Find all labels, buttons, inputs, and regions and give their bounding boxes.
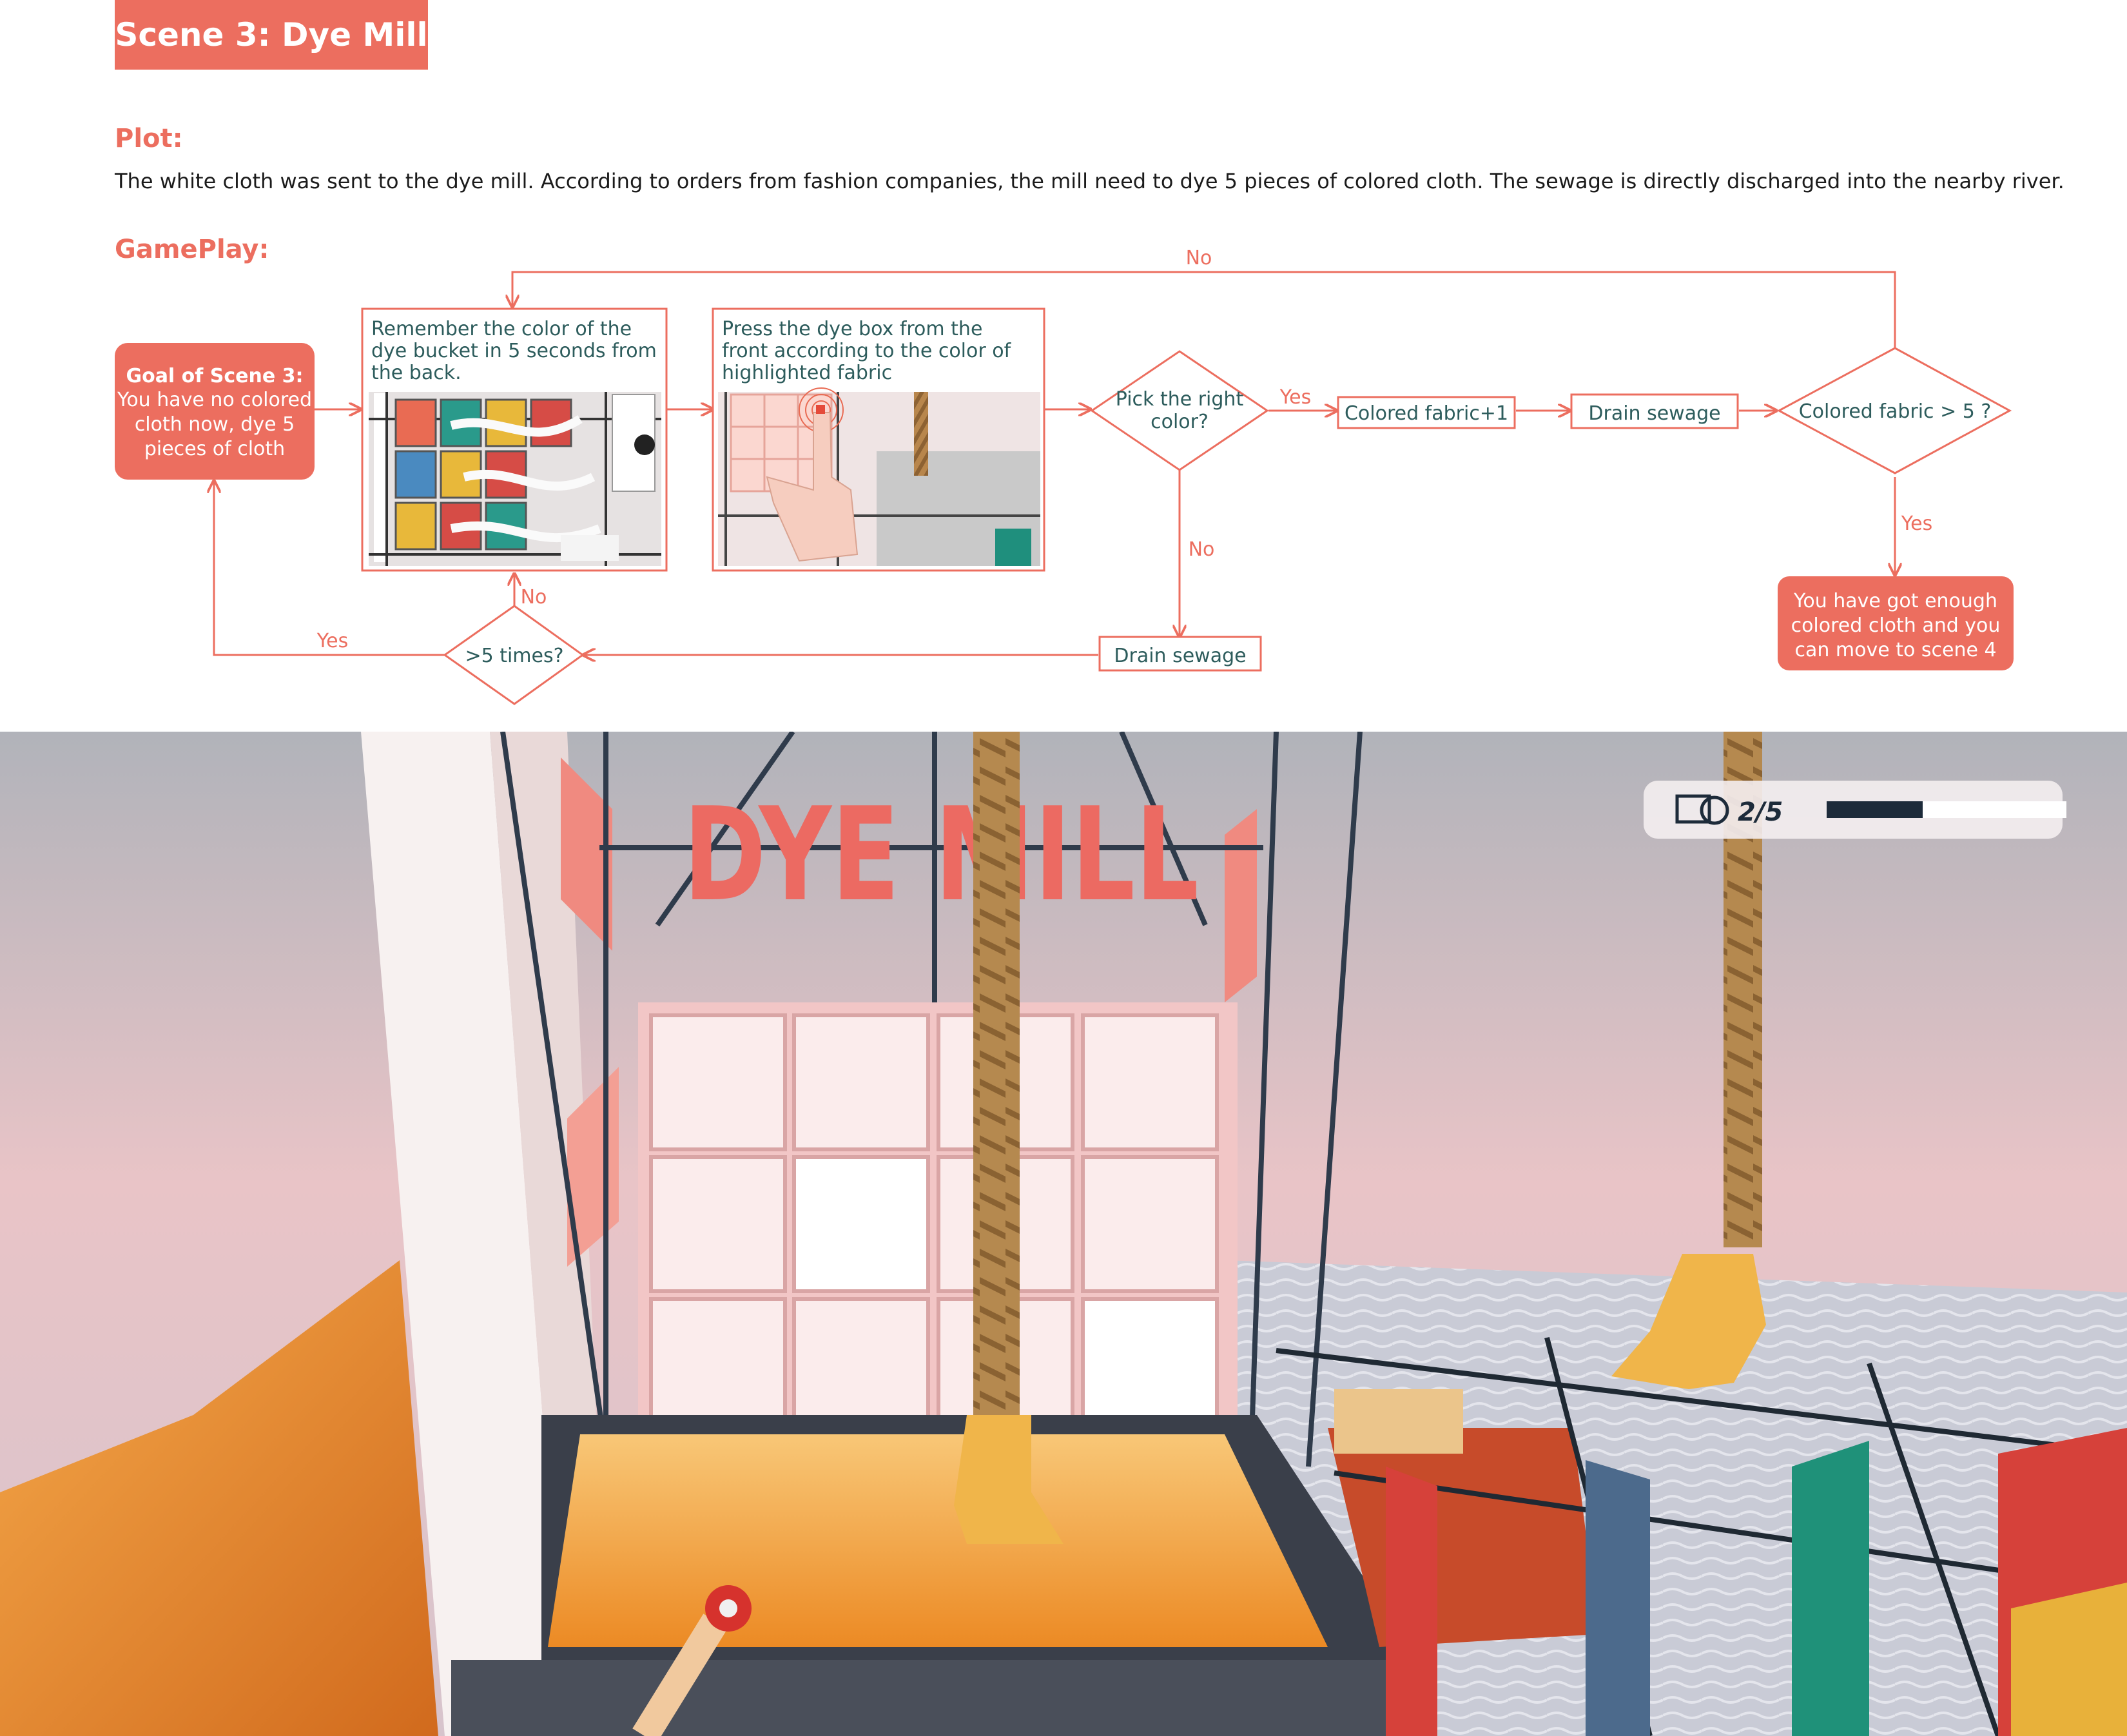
dye-mill-sign: DYE MILL bbox=[683, 780, 1199, 930]
step-press-line: Press the dye box from the bbox=[722, 318, 982, 340]
dye-bucket-thumbnail bbox=[369, 392, 661, 566]
gameplay-flowchart: Goal of Scene 3: You have no colored clo… bbox=[115, 247, 2014, 705]
step-press-line: front according to the color of bbox=[722, 340, 1012, 362]
step-press-box: Press the dye box from the front accordi… bbox=[712, 307, 1045, 572]
end-line: can move to scene 4 bbox=[1794, 639, 1996, 661]
hud-counter: 2/5 bbox=[1738, 797, 1783, 827]
hud-panel: 2/5 bbox=[1644, 781, 2066, 839]
decision-pick-line: color? bbox=[1151, 411, 1209, 433]
colored-fabric-plus-label: Colored fabric+1 bbox=[1345, 402, 1508, 425]
goal-title: Goal of Scene 3: bbox=[126, 365, 303, 387]
goal-line: cloth now, dye 5 bbox=[135, 413, 295, 436]
label-no-pick: No bbox=[1189, 538, 1215, 561]
label-no-top: No bbox=[1186, 247, 1212, 269]
game-scene: DYE MILL 2/5 bbox=[0, 732, 2127, 1736]
step-remember-line: the back. bbox=[371, 362, 461, 384]
drain-sewage-bottom-label: Drain sewage bbox=[1114, 645, 1246, 667]
step-remember-line: Remember the color of the bbox=[371, 318, 632, 340]
decision-pick-line: Pick the right bbox=[1116, 388, 1244, 411]
dye-box-thumbnail bbox=[718, 387, 1040, 566]
rope-left bbox=[973, 732, 1020, 1415]
goal-line: pieces of cloth bbox=[144, 438, 285, 460]
decision-colored-label: Colored fabric > 5 ? bbox=[1799, 400, 1992, 423]
drain-sewage-top-label: Drain sewage bbox=[1588, 402, 1720, 425]
end-line: You have got enough bbox=[1793, 590, 1997, 612]
step-remember-line: dye bucket in 5 seconds from bbox=[371, 340, 657, 362]
step-press-line: highlighted fabric bbox=[722, 362, 892, 384]
decision-times-label: >5 times? bbox=[465, 645, 563, 667]
label-yes-times: Yes bbox=[316, 630, 348, 652]
step-remember-box: Remember the color of the dye bucket in … bbox=[361, 307, 668, 572]
dye-box-grid bbox=[638, 1002, 1238, 1473]
dye-pool bbox=[548, 1434, 1328, 1647]
end-line: colored cloth and you bbox=[1791, 614, 2001, 637]
label-yes-colored: Yes bbox=[1901, 512, 1932, 535]
hud-progress-fill bbox=[1827, 801, 1923, 818]
label-yes-pick: Yes bbox=[1279, 386, 1311, 409]
label-no-times: No bbox=[521, 586, 547, 609]
goal-line: You have no colored bbox=[117, 389, 312, 411]
